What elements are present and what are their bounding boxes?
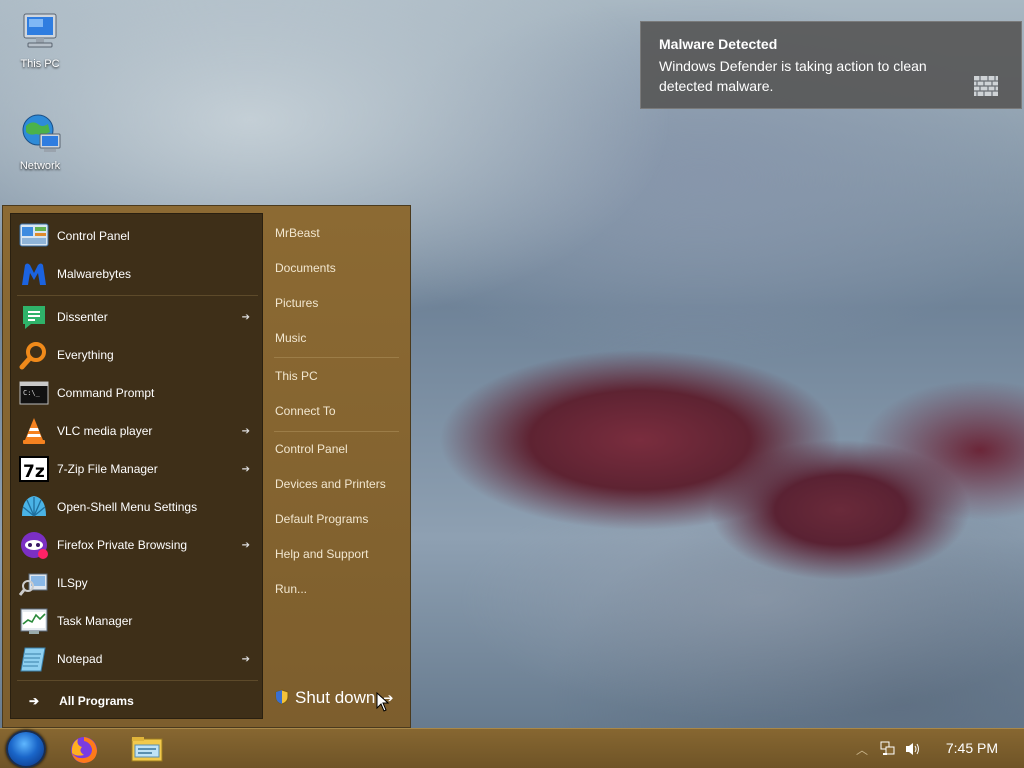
start-right-run[interactable]: Run... bbox=[275, 579, 307, 599]
cmd-icon: C:\_ bbox=[19, 378, 49, 408]
start-right-documents[interactable]: Documents bbox=[275, 258, 336, 278]
volume-icon[interactable] bbox=[904, 729, 922, 768]
start-item-firefox-private[interactable]: Firefox Private Browsing ➔ bbox=[11, 526, 264, 564]
start-item-dissenter[interactable]: Dissenter ➔ bbox=[11, 298, 264, 336]
start-item-malwarebytes[interactable]: Malwarebytes bbox=[11, 255, 264, 293]
dissenter-icon bbox=[19, 302, 49, 332]
start-item-label: VLC media player bbox=[57, 424, 153, 438]
start-item-ilspy[interactable]: ILSpy bbox=[11, 564, 264, 602]
start-right-pictures[interactable]: Pictures bbox=[275, 293, 318, 313]
start-right-this-pc[interactable]: This PC bbox=[275, 366, 318, 386]
network-tray-icon[interactable] bbox=[880, 729, 896, 768]
svg-text:C:\_: C:\_ bbox=[23, 389, 41, 397]
start-menu: Control Panel Malwarebytes Dissenter ➔ E… bbox=[2, 205, 411, 728]
start-item-7zip[interactable]: 7z 7-Zip File Manager ➔ bbox=[11, 450, 264, 488]
7zip-icon: 7z bbox=[19, 454, 49, 484]
separator bbox=[17, 295, 258, 296]
desktop-icon-network[interactable]: Network bbox=[8, 112, 72, 172]
separator bbox=[274, 357, 399, 358]
start-item-label: Firefox Private Browsing bbox=[57, 538, 188, 552]
toast-title: Malware Detected bbox=[659, 36, 778, 52]
chevron-up-icon: ︿ bbox=[856, 742, 869, 757]
ilspy-icon bbox=[18, 568, 49, 598]
start-right-connect-to[interactable]: Connect To bbox=[275, 401, 336, 421]
submenu-arrow-icon: ➔ bbox=[241, 311, 250, 323]
malware-toast-notification[interactable]: Malware Detected Windows Defender is tak… bbox=[640, 21, 1022, 109]
separator bbox=[274, 431, 399, 432]
desktop-icon-label: This PC bbox=[20, 58, 60, 70]
firewall-icon bbox=[973, 74, 999, 98]
start-right-default-programs[interactable]: Default Programs bbox=[275, 509, 368, 529]
taskbar: ︿ 7:45 PM bbox=[0, 728, 1024, 768]
start-right-help-support[interactable]: Help and Support bbox=[275, 544, 368, 564]
file-explorer-icon[interactable] bbox=[130, 733, 163, 765]
search-icon bbox=[19, 340, 49, 370]
start-item-label: Open-Shell Menu Settings bbox=[57, 500, 198, 514]
start-item-label: Notepad bbox=[57, 652, 103, 666]
start-item-label: Dissenter bbox=[57, 310, 108, 324]
show-hidden-icons-button[interactable]: ︿ bbox=[856, 729, 868, 768]
start-right-control-panel[interactable]: Control Panel bbox=[275, 439, 348, 459]
all-programs-button[interactable]: ➔ All Programs bbox=[11, 686, 264, 716]
all-programs-label: All Programs bbox=[59, 694, 134, 708]
firefox-private-icon bbox=[19, 530, 49, 560]
start-item-task-manager[interactable]: Task Manager bbox=[11, 602, 264, 640]
shell-icon bbox=[19, 492, 49, 522]
start-item-label: Everything bbox=[57, 348, 114, 362]
shutdown-label: Shut down bbox=[295, 688, 376, 707]
submenu-arrow-icon: ➔ bbox=[241, 425, 250, 437]
start-item-label: Control Panel bbox=[57, 229, 130, 243]
start-item-control-panel[interactable]: Control Panel bbox=[11, 217, 264, 255]
start-orb-button[interactable] bbox=[6, 730, 46, 768]
start-menu-program-list: Control Panel Malwarebytes Dissenter ➔ E… bbox=[10, 213, 263, 719]
start-item-label: Malwarebytes bbox=[57, 267, 132, 281]
malwarebytes-icon bbox=[19, 259, 49, 289]
shield-icon bbox=[275, 689, 291, 707]
submenu-arrow-icon: ➔ bbox=[241, 539, 250, 551]
task-manager-icon bbox=[19, 606, 49, 636]
submenu-arrow-icon: ➔ bbox=[241, 463, 250, 475]
notepad-icon bbox=[19, 644, 49, 674]
start-item-command-prompt[interactable]: C:\_ Command Prompt bbox=[11, 374, 264, 412]
desktop-icon-label: Network bbox=[19, 160, 61, 172]
mouse-cursor-icon bbox=[376, 691, 390, 712]
firefox-icon[interactable] bbox=[68, 733, 100, 765]
toast-body: Windows Defender is taking action to cle… bbox=[659, 58, 927, 94]
computer-icon bbox=[18, 10, 62, 54]
start-item-label: ILSpy bbox=[57, 576, 88, 590]
start-item-notepad[interactable]: Notepad ➔ bbox=[11, 640, 264, 678]
start-item-label: Task Manager bbox=[57, 614, 133, 628]
start-item-label: Command Prompt bbox=[57, 386, 155, 400]
start-right-music[interactable]: Music bbox=[275, 328, 306, 348]
taskbar-clock[interactable]: 7:45 PM bbox=[946, 740, 998, 756]
start-item-label: 7-Zip File Manager bbox=[57, 462, 158, 476]
separator bbox=[17, 680, 258, 681]
start-item-vlc[interactable]: VLC media player ➔ bbox=[11, 412, 264, 450]
start-item-open-shell-settings[interactable]: Open-Shell Menu Settings bbox=[11, 488, 264, 526]
control-panel-icon bbox=[19, 221, 49, 251]
submenu-arrow-icon: ➔ bbox=[241, 653, 250, 665]
start-right-devices-printers[interactable]: Devices and Printers bbox=[275, 474, 386, 494]
vlc-icon bbox=[19, 416, 49, 446]
start-right-mrbeast[interactable]: MrBeast bbox=[275, 223, 320, 243]
arrow-right-icon: ➔ bbox=[29, 694, 40, 708]
svg-text:7z: 7z bbox=[23, 462, 45, 482]
start-item-everything[interactable]: Everything bbox=[11, 336, 264, 374]
network-icon bbox=[18, 112, 62, 156]
desktop-icon-this-pc[interactable]: This PC bbox=[8, 10, 72, 70]
